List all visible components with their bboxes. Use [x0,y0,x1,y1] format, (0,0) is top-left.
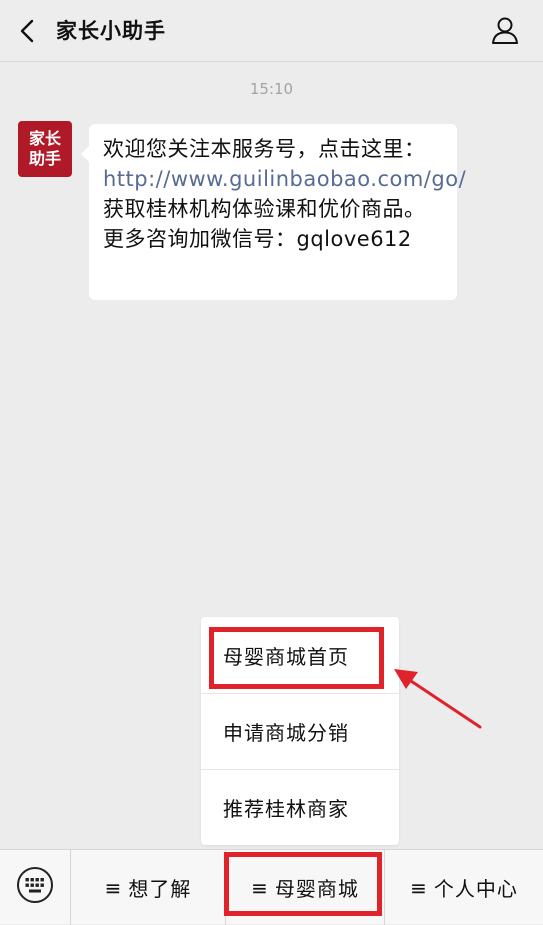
message-text-details: 获取桂林机构体验课和优价商品。更多咨询加微信号：gqlove612 [103,197,426,251]
submenu-item-label: 申请商城分销 [223,721,349,745]
page-title: 家长小助手 [56,19,166,43]
tab-label: 个人中心 [433,877,518,901]
avatar-text-line-2: 助手 [28,149,61,168]
back-arrow-icon[interactable] [14,16,42,46]
message-timestamp: 15:10 [249,80,294,98]
tab-personal-center[interactable]: ≡ 个人中心 [385,850,543,925]
highlight-box-baby-mall-tab [224,852,382,916]
avatar-text-line-1: 家长 [28,129,61,148]
submenu-item-apply-distribution[interactable]: 申请商城分销 [201,693,399,769]
top-bar: 家长小助手 [0,0,543,62]
message-text-intro: 欢迎您关注本服务号，点击这里： [103,137,426,161]
annotation-arrow-icon [394,669,482,729]
menu-lines-icon: ≡ [104,875,123,900]
tab-label: 想了解 [128,877,192,901]
highlight-box-mall-home [209,627,384,689]
tab-want-to-know[interactable]: ≡ 想了解 [71,850,225,925]
submenu-item-recommend-merchants[interactable]: 推荐桂林商家 [201,769,399,845]
avatar[interactable]: 家长 助手 [18,121,72,177]
profile-icon[interactable] [489,14,521,46]
submenu-item-label: 推荐桂林商家 [223,797,349,821]
keyboard-icon[interactable] [16,866,54,904]
message-link[interactable]: http://www.guilinbaobao.com/go/ [103,167,466,191]
message-bubble: 欢迎您关注本服务号，点击这里： http://www.guilinbaobao.c… [81,124,466,300]
menu-lines-icon: ≡ [410,875,428,900]
